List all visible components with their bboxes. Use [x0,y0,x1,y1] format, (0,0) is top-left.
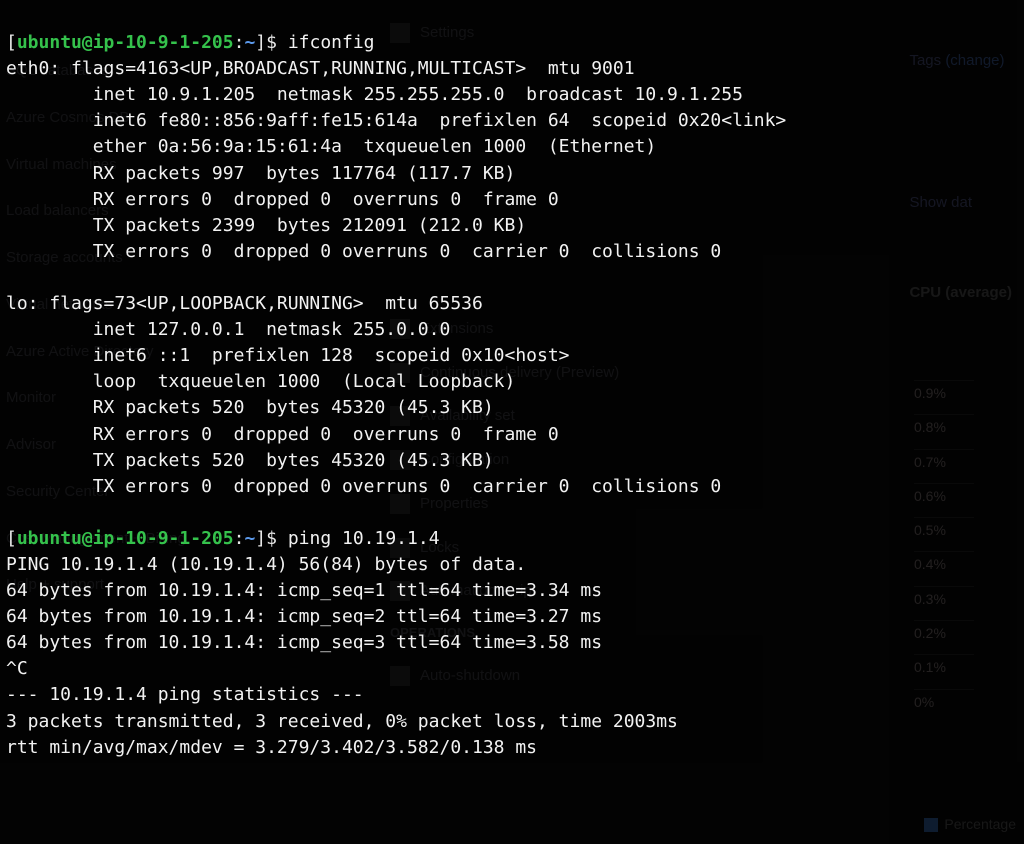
prompt-path: ~ [244,32,255,53]
prompt-path: ~ [244,528,255,549]
ping-output-line: ^C [6,658,28,679]
ifconfig-eth0-line: ether 0a:56:9a:15:61:4a txqueuelen 1000 … [6,136,656,157]
ifconfig-eth0-line: inet6 fe80::856:9aff:fe15:614a prefixlen… [6,110,786,131]
prompt-user-host: ubuntu@ip-10-9-1-205 [17,32,234,53]
ifconfig-eth0-line: inet 10.9.1.205 netmask 255.255.255.0 br… [6,84,743,105]
ifconfig-lo-line: inet6 ::1 prefixlen 128 scopeid 0x10<hos… [6,345,570,366]
ping-output-line: 3 packets transmitted, 3 received, 0% pa… [6,711,678,732]
ping-output-line: rtt min/avg/max/mdev = 3.279/3.402/3.582… [6,737,537,758]
ifconfig-eth0-line: eth0: flags=4163<UP,BROADCAST,RUNNING,MU… [6,58,635,79]
ifconfig-lo-line: inet 127.0.0.1 netmask 255.0.0.0 [6,319,450,340]
ping-output-line: --- 10.19.1.4 ping statistics --- [6,684,364,705]
command-ping: ping 10.19.1.4 [288,528,440,549]
ifconfig-lo-line: TX errors 0 dropped 0 overruns 0 carrier… [6,476,721,497]
ifconfig-eth0-line: TX packets 2399 bytes 212091 (212.0 KB) [6,215,526,236]
ifconfig-lo-line: RX packets 520 bytes 45320 (45.3 KB) [6,397,494,418]
ifconfig-lo-line: TX packets 520 bytes 45320 (45.3 KB) [6,450,494,471]
ifconfig-lo-line: RX errors 0 dropped 0 overruns 0 frame 0 [6,424,559,445]
terminal-window[interactable]: [ubuntu@ip-10-9-1-205:~]$ ifconfig eth0:… [0,0,1024,844]
ping-output-line: 64 bytes from 10.19.1.4: icmp_seq=2 ttl=… [6,606,602,627]
ifconfig-eth0-line: TX errors 0 dropped 0 overruns 0 carrier… [6,241,721,262]
ifconfig-eth0-line: RX packets 997 bytes 117764 (117.7 KB) [6,163,515,184]
ifconfig-lo-line: loop txqueuelen 1000 (Local Loopback) [6,371,515,392]
prompt-user-host: ubuntu@ip-10-9-1-205 [17,528,234,549]
ping-output-line: 64 bytes from 10.19.1.4: icmp_seq=1 ttl=… [6,580,602,601]
ping-output-line: PING 10.19.1.4 (10.19.1.4) 56(84) bytes … [6,554,526,575]
ifconfig-eth0-line: RX errors 0 dropped 0 overruns 0 frame 0 [6,189,559,210]
command-ifconfig: ifconfig [288,32,375,53]
ifconfig-lo-line: lo: flags=73<UP,LOOPBACK,RUNNING> mtu 65… [6,293,483,314]
ping-output-line: 64 bytes from 10.19.1.4: icmp_seq=3 ttl=… [6,632,602,653]
